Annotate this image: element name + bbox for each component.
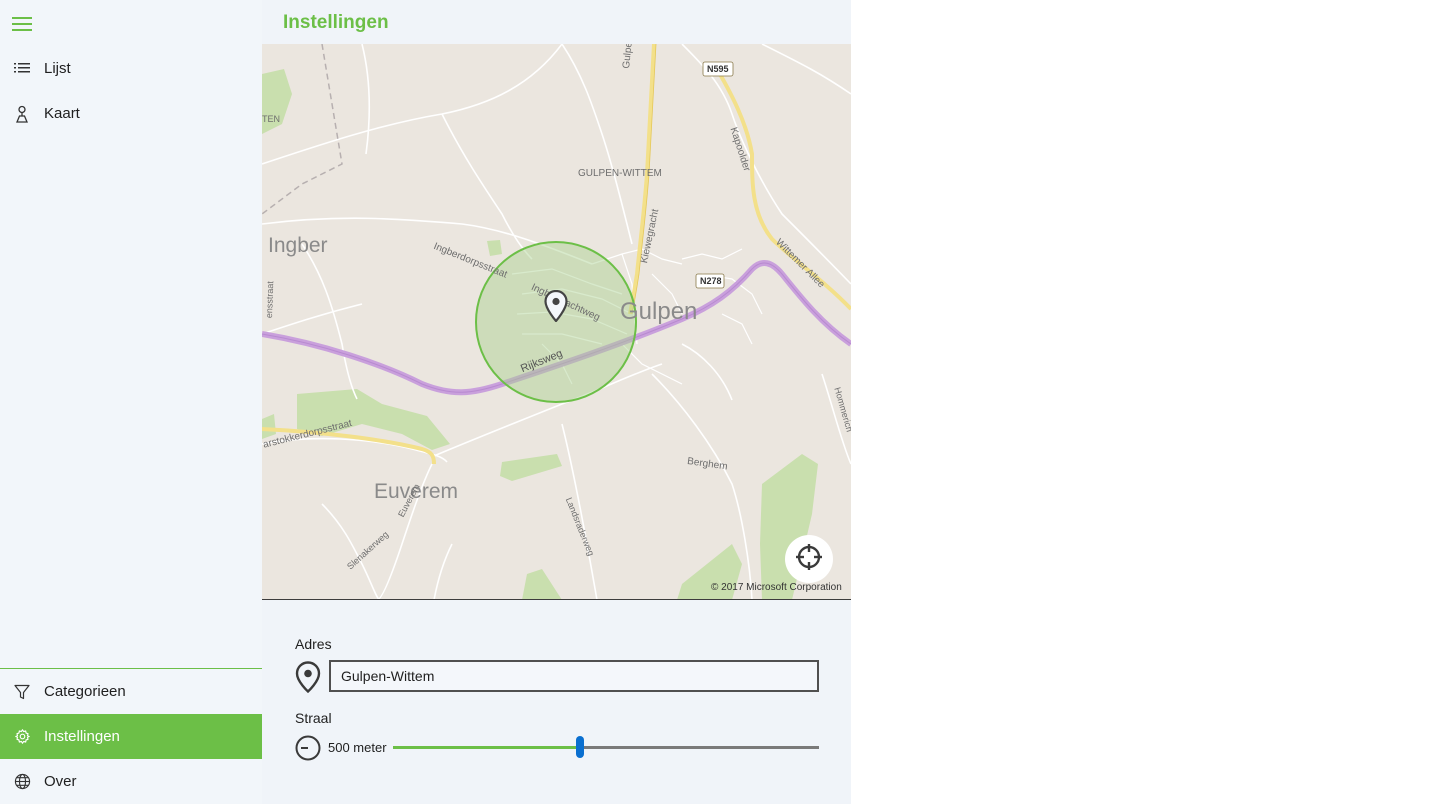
radius-slider[interactable] — [393, 736, 819, 758]
road-shield-n278-label: N278 — [700, 276, 722, 286]
address-label: Adres — [295, 636, 332, 652]
hamburger-icon[interactable] — [12, 14, 34, 34]
app-window: Lijst Kaart Categorieen Instellingen Ove… — [0, 0, 1440, 804]
road-shield-n595-label: N595 — [707, 64, 729, 74]
settings-panel: Instellingen GULPEN-WITTEM Kapoolder Kie… — [262, 0, 851, 804]
gear-icon — [0, 728, 44, 745]
map-copyright: © 2017 Microsoft Corporation — [711, 582, 842, 593]
globe-icon — [0, 773, 44, 790]
sidebar-item-over[interactable]: Over — [0, 759, 262, 804]
sidebar: Lijst Kaart Categorieen Instellingen Ove… — [0, 0, 262, 804]
sidebar-item-instellingen[interactable]: Instellingen — [0, 714, 262, 759]
sidebar-item-label: Instellingen — [44, 728, 120, 745]
sidebar-item-label: Kaart — [44, 105, 80, 122]
locate-me-button[interactable] — [785, 535, 833, 583]
map-label-gulpen: Gulpen — [620, 298, 698, 325]
location-pin-icon — [295, 661, 321, 694]
sidebar-item-label: Lijst — [44, 60, 71, 77]
radius-icon — [295, 735, 321, 761]
map-pin-icon[interactable] — [544, 289, 568, 323]
radius-label: Straal — [295, 710, 332, 726]
radius-value: 500 meter — [328, 740, 387, 755]
crosshair-icon — [794, 542, 824, 577]
sidebar-item-categorieen[interactable]: Categorieen — [0, 669, 262, 714]
sidebar-item-kaart[interactable]: Kaart — [0, 91, 262, 136]
radius-slider-thumb[interactable] — [576, 736, 585, 758]
sidebar-item-lijst[interactable]: Lijst — [0, 46, 262, 91]
address-input[interactable] — [329, 660, 819, 692]
radius-slider-fill — [393, 746, 581, 749]
map-label-gulpen-wittem: GULPEN-WITTEM — [578, 168, 662, 179]
map-pin-icon — [0, 105, 44, 123]
list-icon — [0, 62, 44, 76]
map-view[interactable]: Gulpenerweg GULPEN-WITTEM Kapoolder Kiew… — [262, 44, 851, 600]
sidebar-item-label: Categorieen — [44, 683, 126, 700]
map-label-fragment-straat: ensstraat — [264, 280, 276, 319]
page-title: Instellingen — [283, 12, 389, 33]
map-label-fragment-ten: TEN — [262, 114, 280, 124]
sidebar-item-label: Over — [44, 773, 77, 790]
map-label-ingber: Ingber — [268, 234, 328, 257]
filter-icon — [0, 684, 44, 700]
